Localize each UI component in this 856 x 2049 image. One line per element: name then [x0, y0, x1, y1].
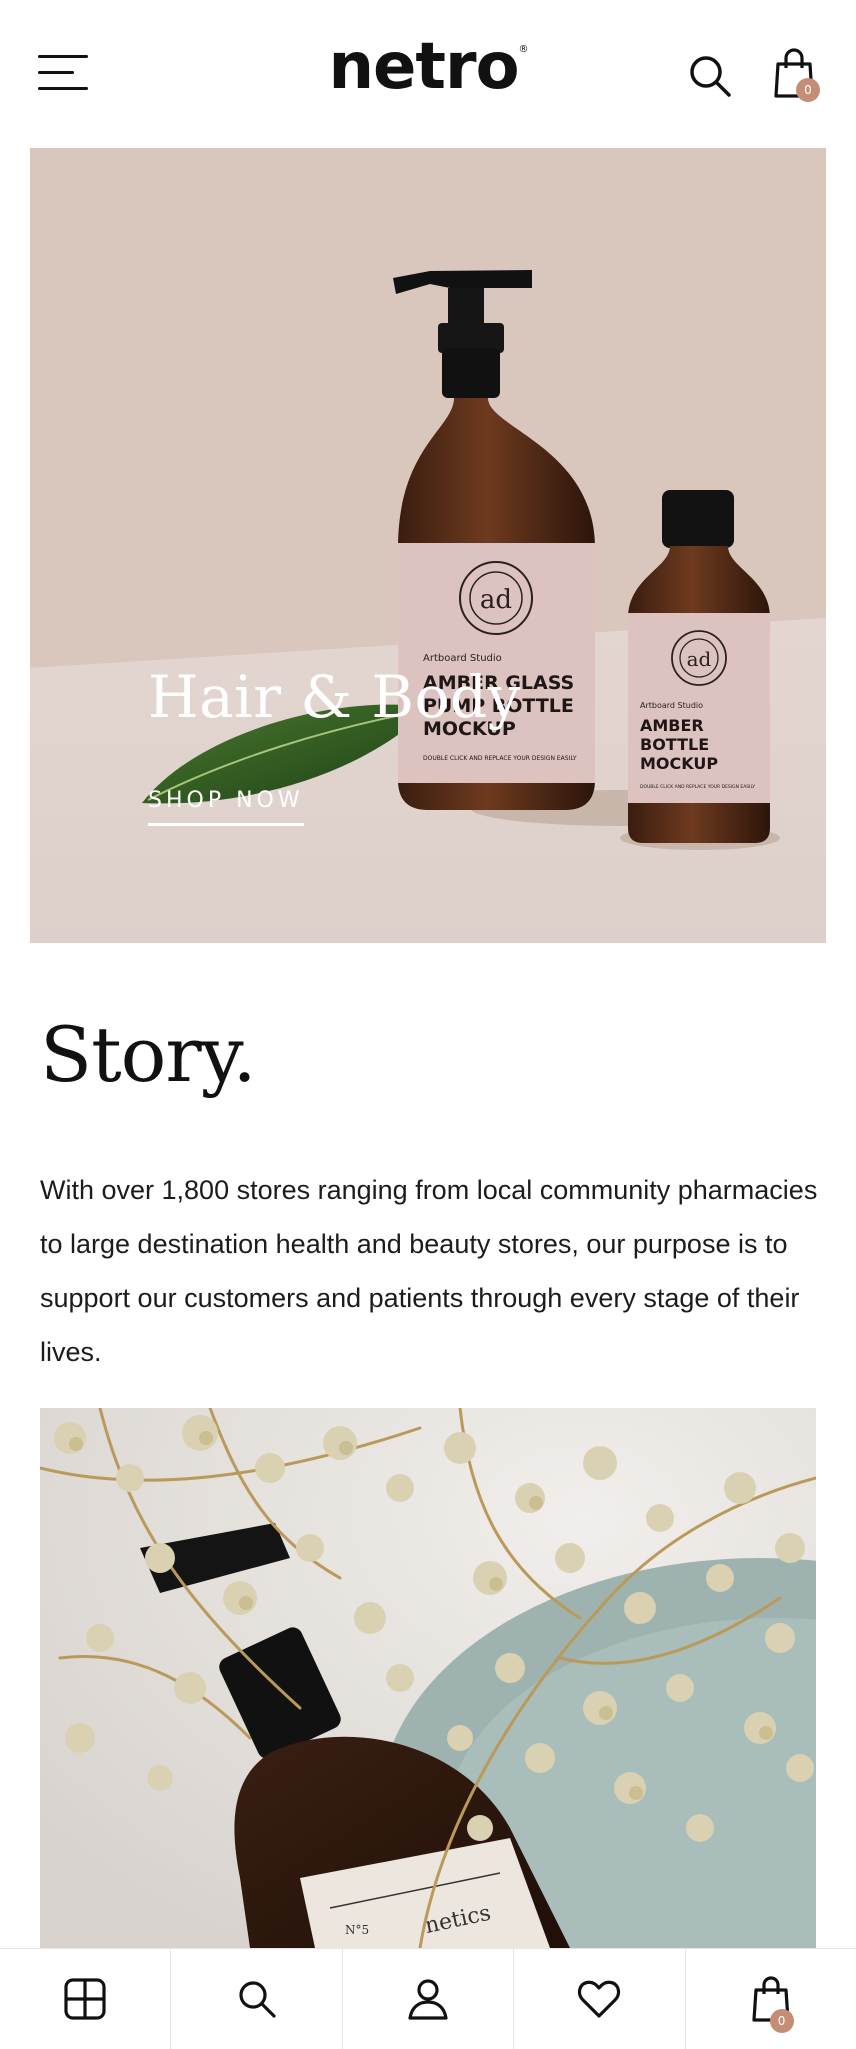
- header: netro® 0: [0, 0, 856, 148]
- big-bottle-small: DOUBLE CLICK AND REPLACE YOUR DESIGN EAS…: [423, 755, 577, 762]
- cart-button[interactable]: 0: [772, 48, 824, 104]
- svg-text:ad: ad: [480, 585, 512, 615]
- hero-banner[interactable]: ad Artboard Studio AMBER GLASS PUMP BOTT…: [30, 148, 826, 943]
- small-bottle-brand: Artboard Studio: [640, 701, 703, 710]
- story-image: N°5 netics: [40, 1408, 816, 1948]
- nav-account[interactable]: [343, 1949, 515, 2049]
- search-icon: [239, 1981, 276, 2018]
- story-text: With over 1,800 stores ranging from loca…: [40, 1175, 818, 1367]
- dried-flowers-bottle-image: N°5 netics: [40, 1408, 816, 1948]
- bottle-label-number: N°5: [345, 1923, 369, 1937]
- search-button[interactable]: [686, 52, 734, 100]
- story-title: Story.: [40, 1010, 257, 1099]
- bottom-nav: 0: [0, 1948, 856, 2049]
- small-bottle-small: DOUBLE CLICK AND REPLACE YOUR DESIGN EAS…: [640, 784, 755, 790]
- nav-search[interactable]: [171, 1949, 343, 2049]
- shop-now-link[interactable]: SHOP NOW: [148, 788, 304, 826]
- nav-shop[interactable]: [0, 1949, 172, 2049]
- search-icon: [690, 56, 731, 97]
- grid-icon: [64, 1978, 106, 2020]
- svg-text:ad: ad: [687, 647, 712, 671]
- account-icon: [408, 1979, 448, 2020]
- heart-icon: [578, 1980, 621, 2018]
- small-bottle-line3: MOCKUP: [640, 754, 718, 773]
- nav-cart-count-badge: 0: [769, 2009, 794, 2033]
- logo-text: netro: [328, 30, 519, 104]
- small-bottle-line2: BOTTLE: [640, 735, 709, 754]
- logo-registered-mark: ®: [518, 44, 529, 55]
- nav-cart[interactable]: 0: [686, 1949, 856, 2049]
- hero-title: Hair & Body: [148, 663, 521, 731]
- small-bottle-line1: AMBER: [640, 716, 704, 735]
- cart-count-badge: 0: [796, 78, 820, 102]
- nav-wishlist[interactable]: [514, 1949, 686, 2049]
